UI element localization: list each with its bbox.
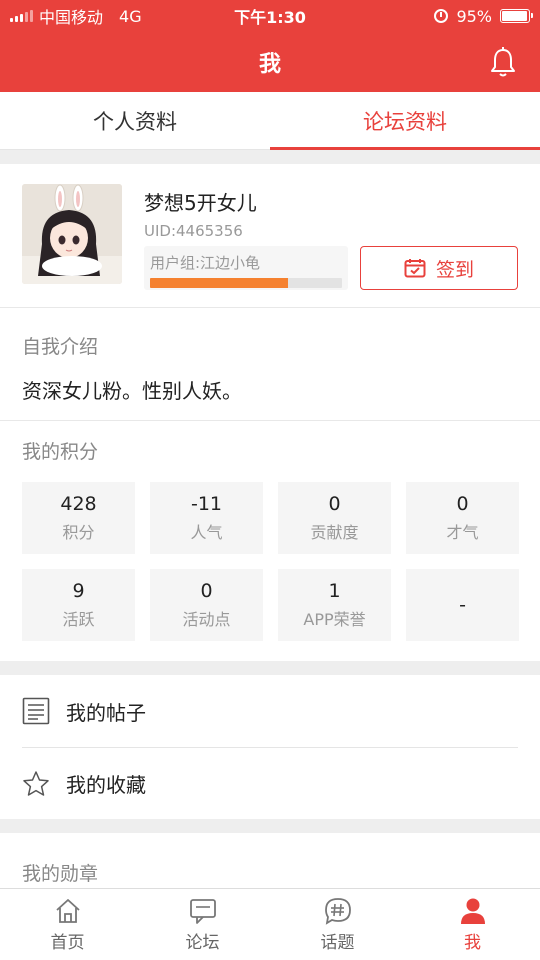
points-section: 我的积分 428 积分 -11 人气 0 贡献度 0 才气 9 活跃 0 活动点 1 APP荣…: [0, 421, 540, 661]
battery-percent: 95%: [456, 6, 492, 26]
nav-me[interactable]: 我: [405, 889, 540, 960]
medals-title: 我的勋章: [22, 863, 99, 885]
profile-card: 梦想5开女儿 UID:4465356 用户组:江边小龟 签到: [0, 164, 540, 308]
top-bar: 中国移动 4G 下午1:30 95% 我: [0, 0, 540, 92]
intro-title: 自我介绍: [22, 336, 99, 358]
points-value: 428: [60, 493, 97, 515]
document-icon: [22, 697, 50, 725]
calendar-check-icon: [404, 259, 426, 278]
points-title: 我的积分: [22, 441, 99, 463]
nav-forum[interactable]: 论坛: [135, 889, 270, 960]
points-label: 才气: [446, 523, 479, 542]
clock: 下午1:30: [234, 8, 306, 27]
points-value: -11: [190, 493, 223, 515]
tab-personal-info[interactable]: 个人资料: [0, 92, 270, 149]
user-group-label: 用户组:江边小龟: [150, 254, 261, 272]
group-progress-bar: [150, 278, 342, 288]
signal-icon: [10, 10, 33, 22]
nav-home[interactable]: 首页: [0, 889, 135, 960]
points-value: 0: [456, 493, 469, 515]
alarm-icon: [434, 9, 449, 23]
page-title: 我: [258, 52, 281, 77]
my-favorites-item[interactable]: 我的收藏: [22, 747, 518, 819]
intro-section: 自我介绍 资深女儿粉。性别人妖。: [0, 308, 540, 421]
nav-forum-label: 论坛: [185, 933, 220, 953]
chat-icon: [189, 899, 216, 924]
points-label: 人气: [190, 523, 223, 542]
points-cell: -: [406, 569, 519, 641]
nav-home-label: 首页: [50, 933, 85, 953]
points-value: 0: [200, 580, 213, 602]
points-cell: 9 活跃: [22, 569, 135, 641]
points-cell: 0 才气: [406, 482, 519, 554]
hashtag-icon: [324, 898, 351, 925]
network-type: 4G: [119, 6, 142, 26]
profile-info: 梦想5开女儿 UID:4465356 用户组:江边小龟 签到: [144, 184, 520, 307]
my-favorites-label: 我的收藏: [66, 773, 146, 797]
bell-icon[interactable]: [488, 46, 518, 78]
intro-text: 资深女儿粉。性别人妖。: [22, 379, 242, 403]
home-icon: [55, 899, 80, 923]
battery-icon: [500, 9, 533, 23]
user-id: UID:4465356: [144, 222, 243, 240]
tab-forum-info[interactable]: 论坛资料: [270, 92, 540, 150]
points-label: APP荣誉: [303, 610, 366, 629]
points-value: 0: [328, 493, 341, 515]
points-grid: 428 积分 -11 人气 0 贡献度 0 才气 9 活跃 0 活动点 1 APP荣誉 -: [22, 482, 519, 641]
my-posts-item[interactable]: 我的帖子: [22, 675, 518, 747]
points-cell: 0 贡献度: [278, 482, 391, 554]
points-label: 活跃: [62, 610, 95, 629]
menu-list: 我的帖子 我的收藏: [0, 675, 540, 819]
points-cell: 0 活动点: [150, 569, 263, 641]
username: 梦想5开女儿: [144, 191, 257, 215]
page-header: 我: [0, 32, 540, 92]
nav-topics[interactable]: 话题: [270, 889, 405, 960]
points-label: 积分: [62, 523, 95, 542]
avatar[interactable]: [22, 184, 122, 284]
points-cell: -11 人气: [150, 482, 263, 554]
points-value: -: [459, 594, 466, 616]
user-icon: [460, 898, 485, 924]
status-bar: 中国移动 4G 下午1:30 95%: [0, 0, 540, 32]
points-value: 9: [72, 580, 85, 602]
nav-me-label: 我: [464, 933, 481, 953]
signin-label: 签到: [435, 258, 474, 281]
bottom-nav: 首页 论坛 话题 我: [0, 888, 540, 960]
star-icon: [23, 770, 49, 796]
points-value: 1: [328, 580, 341, 602]
tab-bar: 个人资料 论坛资料: [0, 92, 540, 150]
points-cell: 428 积分: [22, 482, 135, 554]
user-group: 用户组:江边小龟: [144, 246, 348, 290]
divider: [0, 150, 540, 164]
nav-topics-label: 话题: [320, 933, 355, 953]
medals-section: 我的勋章: [0, 833, 540, 893]
points-cell: 1 APP荣誉: [278, 569, 391, 641]
points-label: 贡献度: [310, 523, 359, 542]
divider: [0, 819, 540, 833]
my-posts-label: 我的帖子: [66, 700, 146, 725]
points-label: 活动点: [182, 610, 231, 629]
carrier: 中国移动: [39, 8, 104, 27]
divider: [0, 661, 540, 675]
signin-button[interactable]: 签到: [360, 246, 518, 290]
